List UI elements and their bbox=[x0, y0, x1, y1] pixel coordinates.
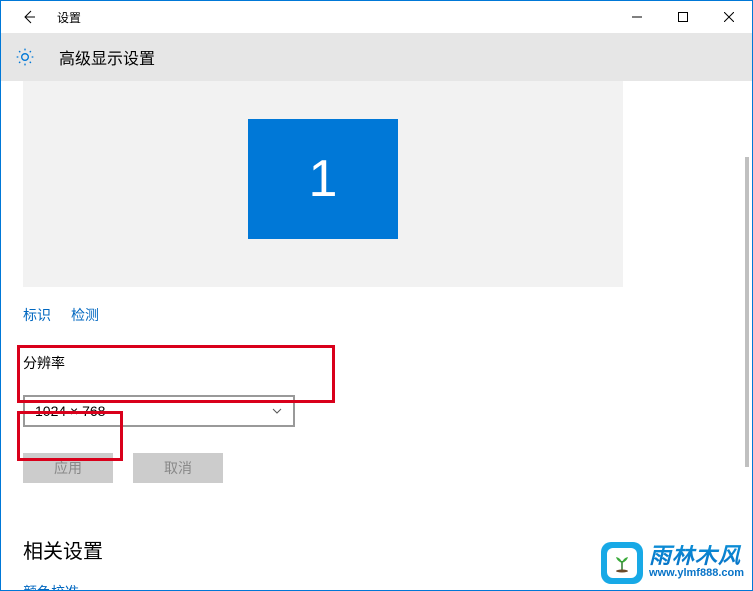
gear-icon bbox=[15, 47, 35, 67]
monitor-1[interactable]: 1 bbox=[248, 119, 398, 239]
arrow-left-icon bbox=[21, 9, 37, 25]
resolution-value: 1024 × 768 bbox=[35, 403, 105, 419]
button-row: 应用 取消 bbox=[23, 453, 730, 483]
monitor-links: 标识 检测 bbox=[23, 305, 730, 325]
titlebar: 设置 bbox=[1, 1, 752, 33]
close-button[interactable] bbox=[706, 1, 752, 33]
monitor-number: 1 bbox=[309, 149, 338, 209]
watermark-url: www.ylmf888.com bbox=[649, 567, 744, 580]
resolution-label: 分辨率 bbox=[23, 353, 730, 373]
watermark: 雨林木风 www.ylmf888.com bbox=[601, 542, 744, 584]
detect-link[interactable]: 检测 bbox=[71, 305, 99, 325]
minimize-button[interactable] bbox=[614, 1, 660, 33]
scrollbar-thumb[interactable] bbox=[745, 157, 749, 467]
content: 1 标识 检测 分辨率 1024 × 768 应用 取消 相关设置 颜色校准 bbox=[1, 81, 752, 590]
resolution-dropdown[interactable]: 1024 × 768 bbox=[23, 395, 295, 427]
window-controls bbox=[614, 1, 752, 33]
maximize-button[interactable] bbox=[660, 1, 706, 33]
back-button[interactable] bbox=[9, 1, 49, 33]
header: 高级显示设置 bbox=[1, 33, 752, 81]
minimize-icon bbox=[632, 12, 642, 22]
watermark-text: 雨林木风 www.ylmf888.com bbox=[649, 545, 744, 580]
page-heading: 高级显示设置 bbox=[59, 45, 155, 69]
window-title: 设置 bbox=[57, 9, 81, 26]
maximize-icon bbox=[678, 12, 688, 22]
close-icon bbox=[724, 12, 734, 22]
chevron-down-icon bbox=[271, 405, 283, 417]
identify-link[interactable]: 标识 bbox=[23, 305, 51, 325]
cancel-button[interactable]: 取消 bbox=[133, 453, 223, 483]
sprout-icon bbox=[612, 553, 632, 573]
apply-button[interactable]: 应用 bbox=[23, 453, 113, 483]
watermark-zh: 雨林木风 bbox=[649, 545, 744, 567]
monitor-preview: 1 bbox=[23, 81, 623, 287]
scrollbar[interactable] bbox=[741, 83, 749, 583]
watermark-logo bbox=[601, 542, 643, 584]
